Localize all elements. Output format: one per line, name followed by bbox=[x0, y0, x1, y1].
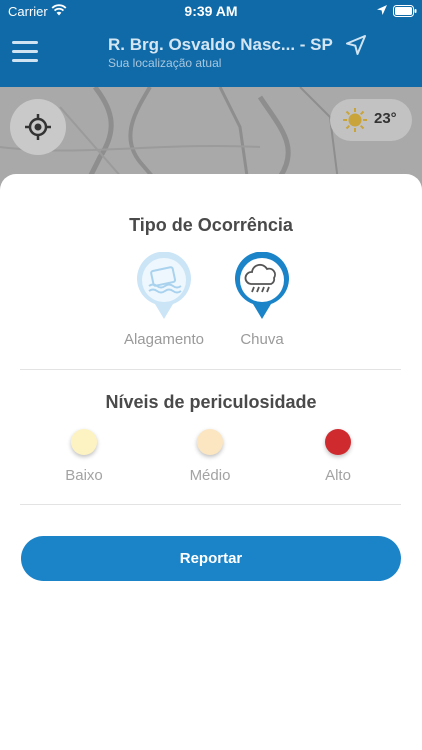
weather-widget[interactable]: 23° bbox=[330, 99, 412, 141]
locate-me-button[interactable] bbox=[10, 99, 66, 155]
danger-level-low-label: Baixo bbox=[65, 467, 103, 484]
report-sheet: Tipo de Ocorrência Alagamento Chuva Níve… bbox=[0, 174, 422, 750]
crosshair-icon bbox=[25, 114, 51, 140]
sun-cloud-icon bbox=[343, 108, 367, 132]
danger-level-medium[interactable] bbox=[197, 429, 223, 455]
location-arrow-icon[interactable] bbox=[346, 35, 366, 55]
danger-level-high-label: Alto bbox=[325, 467, 351, 484]
temperature-value: 23° bbox=[374, 110, 397, 127]
report-button[interactable]: Reportar bbox=[21, 536, 401, 581]
app-header: Carrier 9:39 AM R. Brg. Osvaldo Nasc... … bbox=[0, 0, 422, 87]
location-services-icon bbox=[377, 5, 387, 15]
rain-label: Chuva bbox=[240, 331, 284, 348]
status-time: 9:39 AM bbox=[184, 3, 238, 19]
location-subtitle: Sua localização atual bbox=[108, 56, 222, 70]
occurrence-type-title: Tipo de Ocorrência bbox=[129, 215, 293, 235]
status-bar: Carrier 9:39 AM bbox=[0, 0, 422, 22]
location-title: R. Brg. Osvaldo Nasc... - SP bbox=[108, 35, 333, 54]
flood-label: Alagamento bbox=[123, 331, 205, 348]
danger-level-low[interactable] bbox=[71, 429, 97, 455]
battery-icon bbox=[393, 5, 417, 17]
divider bbox=[20, 504, 401, 505]
occurrence-option-rain[interactable] bbox=[233, 252, 291, 320]
occurrence-option-flood[interactable] bbox=[135, 252, 193, 320]
menu-button[interactable] bbox=[12, 41, 40, 65]
divider bbox=[20, 369, 401, 370]
danger-level-high[interactable] bbox=[325, 429, 351, 455]
danger-level-title: Níveis de periculosidade bbox=[105, 392, 317, 412]
danger-level-medium-label: Médio bbox=[189, 467, 231, 484]
hamburger-menu-icon bbox=[12, 41, 38, 44]
